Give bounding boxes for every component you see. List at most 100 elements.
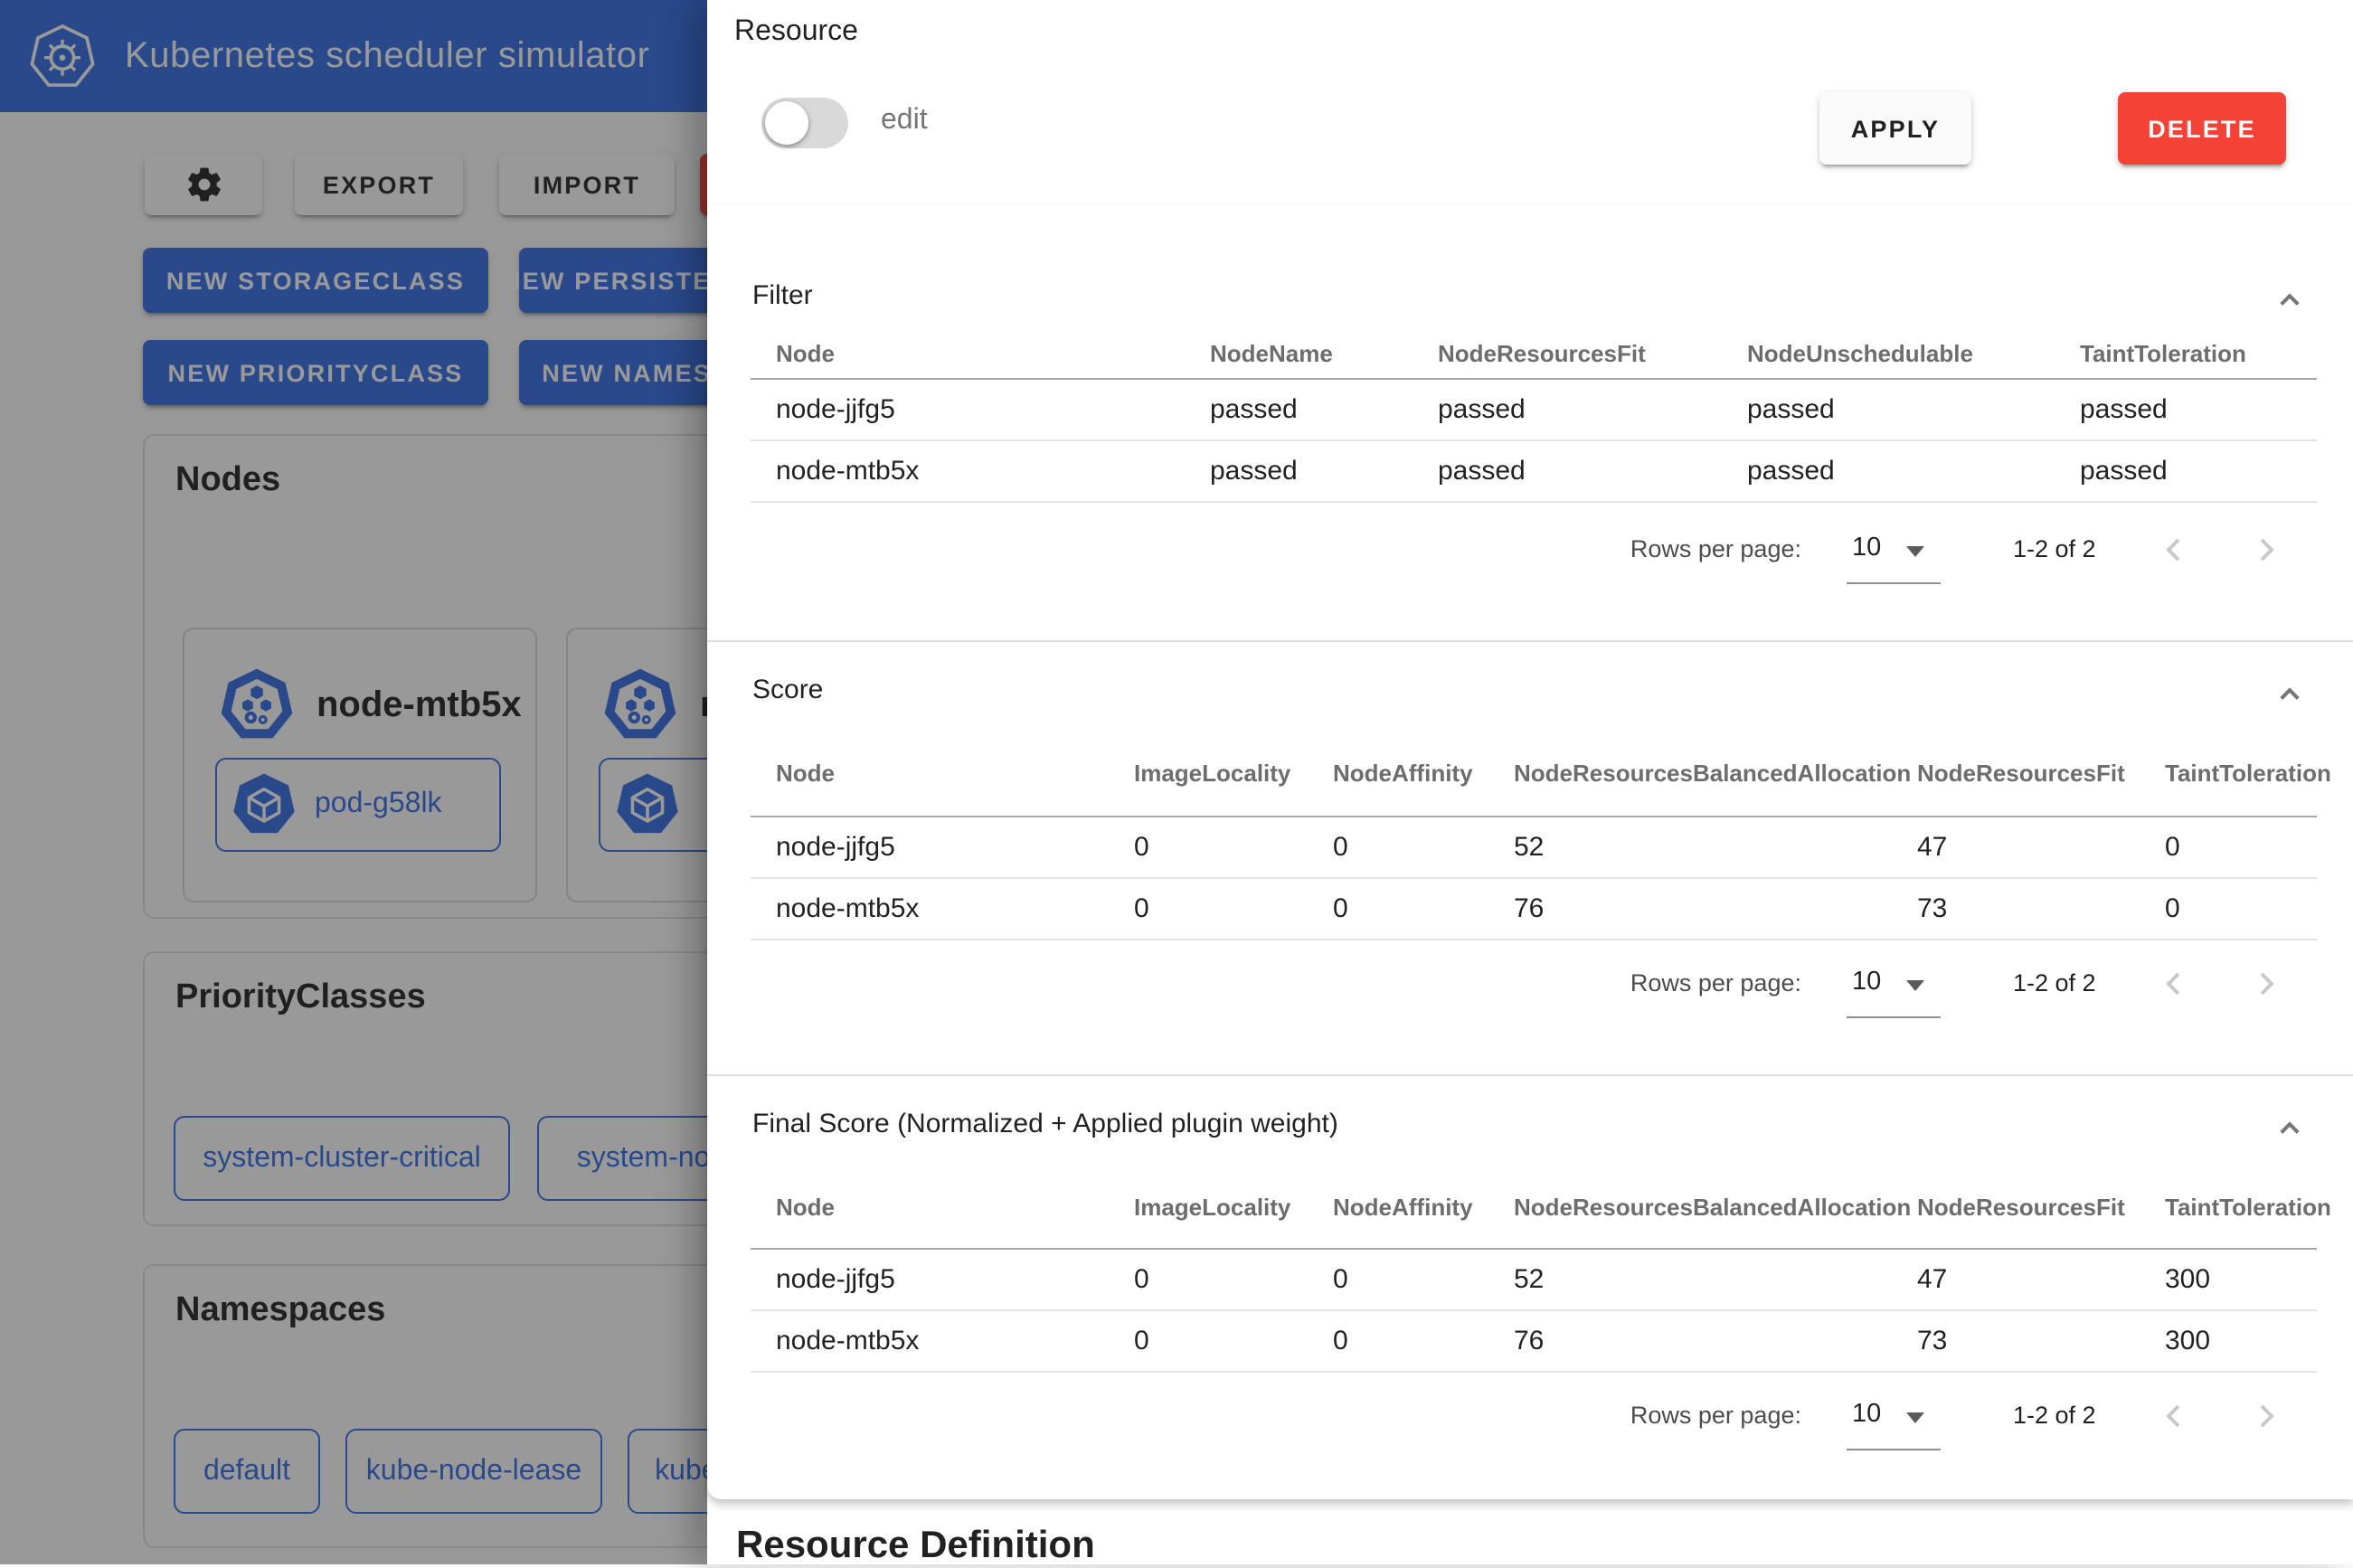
column-header[interactable]: TaintToleration bbox=[2140, 731, 2317, 817]
next-page-button[interactable] bbox=[2244, 528, 2288, 571]
section-title: Filter bbox=[752, 280, 813, 311]
column-header[interactable]: NodeAffinity bbox=[1308, 1165, 1488, 1249]
table-row[interactable]: node-mtb5x 0 0 76 73 0 bbox=[751, 878, 2317, 940]
chevron-up-icon[interactable] bbox=[2268, 671, 2311, 714]
section-title: Final Score (Normalized + Applied plugin… bbox=[752, 1109, 1338, 1139]
chevron-up-icon[interactable] bbox=[2268, 1105, 2311, 1148]
table-header-row: Node ImageLocality NodeAffinity NodeReso… bbox=[751, 1165, 2317, 1249]
next-page-button[interactable] bbox=[2244, 962, 2288, 1006]
delete-button[interactable]: DELETE bbox=[2118, 92, 2286, 165]
table-header-row: Node ImageLocality NodeAffinity NodeReso… bbox=[751, 731, 2317, 817]
column-header[interactable]: TaintToleration bbox=[2140, 1165, 2317, 1249]
resource-drawer: Resource edit APPLY DELETE Filter Node N… bbox=[707, 0, 2353, 1564]
drawer-title: Resource bbox=[734, 16, 858, 49]
table-pagination: Rows per page: 10 1-2 of 2 bbox=[707, 523, 2353, 577]
cell: 0 bbox=[1109, 817, 1308, 878]
cell: 0 bbox=[1109, 1249, 1308, 1310]
cell: 0 bbox=[2140, 878, 2317, 940]
final-score-table: Node ImageLocality NodeAffinity NodeReso… bbox=[751, 1165, 2317, 1373]
filter-table: Node NodeName NodeResourcesFit NodeUnsch… bbox=[751, 327, 2317, 503]
cell: 0 bbox=[1308, 817, 1488, 878]
cell: 0 bbox=[1308, 878, 1488, 940]
cell: 0 bbox=[1308, 1310, 1488, 1372]
dropdown-caret-icon[interactable] bbox=[1906, 980, 1924, 991]
select-underline bbox=[1847, 582, 1941, 584]
dropdown-caret-icon[interactable] bbox=[1906, 546, 1924, 557]
cell: passed bbox=[2055, 379, 2317, 440]
rows-per-page-label: Rows per page: bbox=[1521, 535, 1801, 562]
cell: node-jjfg5 bbox=[751, 1249, 1109, 1310]
cell: passed bbox=[1185, 379, 1413, 440]
table-row[interactable]: node-mtb5x passed passed passed passed bbox=[751, 440, 2317, 502]
apply-button[interactable]: APPLY bbox=[1819, 92, 1971, 165]
column-header[interactable]: Node bbox=[751, 1165, 1109, 1249]
cell: node-mtb5x bbox=[751, 1310, 1109, 1372]
cell: passed bbox=[1413, 440, 1722, 502]
column-header[interactable]: NodeResourcesFit bbox=[1892, 731, 2140, 817]
cell: node-mtb5x bbox=[751, 440, 1185, 502]
cell: node-jjfg5 bbox=[751, 379, 1185, 440]
column-header[interactable]: NodeUnschedulable bbox=[1722, 327, 2055, 379]
scheduler-results-card: Filter Node NodeName NodeResourcesFit No… bbox=[707, 204, 2353, 1499]
table-row[interactable]: node-jjfg5 passed passed passed passed bbox=[751, 379, 2317, 440]
table-pagination: Rows per page: 10 1-2 of 2 bbox=[707, 1389, 2353, 1443]
cell: 52 bbox=[1488, 1249, 1892, 1310]
toggle-thumb-icon bbox=[765, 101, 808, 145]
cell: passed bbox=[1722, 440, 2055, 502]
cell: passed bbox=[1413, 379, 1722, 440]
column-header[interactable]: NodeName bbox=[1185, 327, 1413, 379]
cell: 0 bbox=[2140, 817, 2317, 878]
prev-page-button[interactable] bbox=[2152, 528, 2196, 571]
next-page-button[interactable] bbox=[2244, 1394, 2288, 1438]
column-header[interactable]: NodeResourcesBalancedAllocation bbox=[1488, 1165, 1892, 1249]
table-row[interactable]: node-mtb5x 0 0 76 73 300 bbox=[751, 1310, 2317, 1372]
page-range-label: 1-2 of 2 bbox=[2013, 969, 2096, 997]
edit-toggle[interactable] bbox=[761, 98, 848, 148]
section-filter: Filter Node NodeName NodeResourcesFit No… bbox=[707, 204, 2353, 640]
column-header[interactable]: ImageLocality bbox=[1109, 731, 1308, 817]
table-row[interactable]: node-jjfg5 0 0 52 47 300 bbox=[751, 1249, 2317, 1310]
cell: 0 bbox=[1109, 1310, 1308, 1372]
column-header[interactable]: TaintToleration bbox=[2055, 327, 2317, 379]
dropdown-caret-icon[interactable] bbox=[1906, 1412, 1924, 1423]
table-header-row: Node NodeName NodeResourcesFit NodeUnsch… bbox=[751, 327, 2317, 379]
prev-page-button[interactable] bbox=[2152, 1394, 2196, 1438]
rows-per-page-select[interactable]: 10 bbox=[1852, 1400, 1881, 1429]
cell: passed bbox=[2055, 440, 2317, 502]
page-range-label: 1-2 of 2 bbox=[2013, 1402, 2096, 1429]
cell: 76 bbox=[1488, 1310, 1892, 1372]
edit-toggle-label: edit bbox=[881, 105, 928, 137]
cell: 300 bbox=[2140, 1249, 2317, 1310]
cell: 76 bbox=[1488, 878, 1892, 940]
column-header[interactable]: NodeAffinity bbox=[1308, 731, 1488, 817]
cell: node-mtb5x bbox=[751, 878, 1109, 940]
column-header[interactable]: NodeResourcesFit bbox=[1892, 1165, 2140, 1249]
resource-definition-title: Resource Definition bbox=[736, 1525, 1095, 1568]
prev-page-button[interactable] bbox=[2152, 962, 2196, 1006]
cell: 73 bbox=[1892, 1310, 2140, 1372]
rows-per-page-label: Rows per page: bbox=[1521, 969, 1801, 997]
section-final-score: Final Score (Normalized + Applied plugin… bbox=[707, 1074, 2353, 1499]
cell: passed bbox=[1185, 440, 1413, 502]
cell: 73 bbox=[1892, 878, 2140, 940]
column-header[interactable]: ImageLocality bbox=[1109, 1165, 1308, 1249]
column-header[interactable]: NodeResourcesBalancedAllocation bbox=[1488, 731, 1892, 817]
column-header[interactable]: Node bbox=[751, 731, 1109, 817]
cell: 0 bbox=[1308, 1249, 1488, 1310]
select-underline bbox=[1847, 1016, 1941, 1018]
chevron-up-icon[interactable] bbox=[2268, 277, 2311, 320]
score-table: Node ImageLocality NodeAffinity NodeReso… bbox=[751, 731, 2317, 940]
table-pagination: Rows per page: 10 1-2 of 2 bbox=[707, 957, 2353, 1011]
cell: 47 bbox=[1892, 1249, 2140, 1310]
cell: node-jjfg5 bbox=[751, 817, 1109, 878]
rows-per-page-select[interactable]: 10 bbox=[1852, 534, 1881, 562]
cell: 47 bbox=[1892, 817, 2140, 878]
section-score: Score Node ImageLocality NodeAffinity No… bbox=[707, 640, 2353, 1074]
section-title: Score bbox=[752, 675, 823, 705]
table-row[interactable]: node-jjfg5 0 0 52 47 0 bbox=[751, 817, 2317, 878]
cell: 52 bbox=[1488, 817, 1892, 878]
rows-per-page-select[interactable]: 10 bbox=[1852, 968, 1881, 997]
column-header[interactable]: NodeResourcesFit bbox=[1413, 327, 1722, 379]
column-header[interactable]: Node bbox=[751, 327, 1185, 379]
cell: passed bbox=[1722, 379, 2055, 440]
